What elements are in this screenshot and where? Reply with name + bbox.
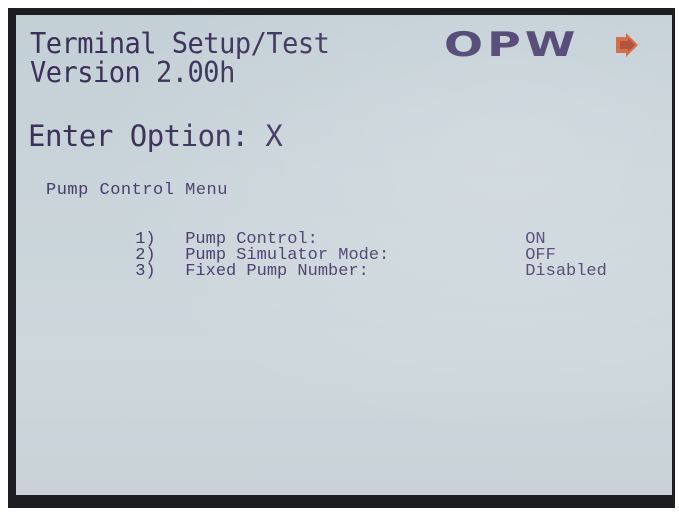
menu-item-label: Fixed Pump Number: bbox=[185, 262, 369, 281]
menu-item-value: Disabled bbox=[525, 262, 607, 281]
enter-option-prompt[interactable]: Enter Option: X bbox=[28, 122, 283, 151]
arrow-right-icon bbox=[616, 33, 638, 57]
menu-title: Pump Control Menu bbox=[46, 181, 228, 200]
lcd-screen: Terminal Setup/Test Version 2.00h OPW En… bbox=[16, 15, 672, 495]
menu-item-number: 3) bbox=[135, 262, 156, 281]
menu-item-fixed-pump-number[interactable]: 3) Fixed Pump Number: Disabled bbox=[74, 246, 607, 297]
version-text: Version 2.00h bbox=[30, 56, 235, 90]
device-bezel: Terminal Setup/Test Version 2.00h OPW En… bbox=[0, 0, 679, 515]
logo-text: OPW bbox=[444, 25, 580, 65]
opw-logo: OPW bbox=[444, 28, 638, 62]
screen-title: Terminal Setup/Test bbox=[30, 27, 330, 61]
